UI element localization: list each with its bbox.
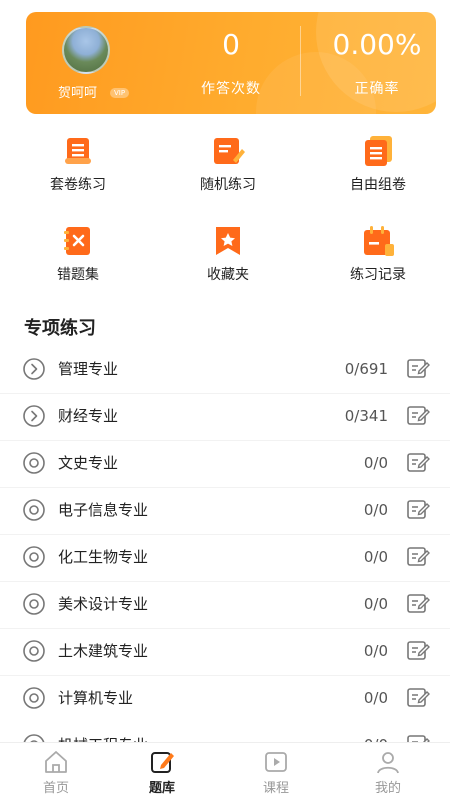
section-title: 专项练习 — [24, 318, 96, 339]
eye-circle-icon — [22, 498, 46, 522]
answer-count-value: 0 — [222, 28, 240, 61]
item-name: 化工生物专业 — [58, 548, 149, 566]
answer-count-stat: 0 作答次数 — [176, 12, 286, 114]
edit-icon[interactable] — [406, 591, 430, 615]
tab-question-bank[interactable]: 题库 — [106, 743, 218, 800]
list-item[interactable]: 计算机专业 0/0 — [0, 677, 450, 724]
feature-label: 练习记录 — [350, 267, 406, 283]
feature-set-exam[interactable]: 套卷练习 — [18, 134, 138, 194]
play-icon — [263, 749, 289, 775]
feature-favorites[interactable]: 收藏夹 — [168, 224, 288, 284]
tab-label: 首页 — [42, 781, 69, 796]
eye-circle-icon — [22, 545, 46, 569]
tab-courses[interactable]: 课程 — [220, 743, 332, 800]
item-count: 0/0 — [363, 595, 388, 613]
divider — [300, 26, 301, 96]
list-item[interactable]: 土木建筑专业 0/0 — [0, 630, 450, 677]
feature-practice-records[interactable]: 练习记录 — [318, 224, 438, 284]
edit-icon[interactable] — [406, 544, 430, 568]
feature-label: 收藏夹 — [207, 267, 249, 283]
list-item[interactable]: 管理专业 0/691 — [0, 348, 450, 395]
tab-bar: 首页 题库 课程 我的 — [0, 742, 450, 800]
item-name: 文史专业 — [58, 454, 119, 472]
item-name: 管理专业 — [58, 360, 119, 378]
list-item[interactable]: 电子信息专业 0/0 — [0, 489, 450, 536]
feature-label: 自由组卷 — [350, 177, 406, 193]
accuracy-value: 0.00% — [332, 28, 422, 61]
item-name: 美术设计专业 — [58, 595, 149, 613]
scroll-icon — [61, 134, 95, 168]
feature-label: 错题集 — [57, 267, 99, 283]
list-item[interactable]: 美术设计专业 0/0 — [0, 583, 450, 630]
tab-mine[interactable]: 我的 — [332, 743, 444, 800]
user-icon — [375, 749, 401, 775]
edit-icon[interactable] — [406, 497, 430, 521]
list-item[interactable]: 财经专业 0/341 — [0, 395, 450, 442]
divider — [0, 628, 450, 629]
divider — [0, 440, 450, 441]
item-count: 0/0 — [363, 548, 388, 566]
home-icon — [43, 749, 69, 775]
user-name: 贺呵呵 — [58, 86, 98, 101]
answer-count-label: 作答次数 — [201, 81, 261, 97]
feature-label: 套卷练习 — [50, 177, 106, 193]
item-name: 财经专业 — [58, 407, 119, 425]
feature-label: 随机练习 — [200, 177, 256, 193]
edit-icon[interactable] — [406, 450, 430, 474]
error-book-icon — [61, 224, 95, 258]
feature-random-practice[interactable]: 随机练习 — [168, 134, 288, 194]
edit-icon[interactable] — [406, 685, 430, 709]
feature-wrong-questions[interactable]: 错题集 — [18, 224, 138, 284]
divider — [0, 534, 450, 535]
eye-circle-icon — [22, 686, 46, 710]
item-count: 0/0 — [363, 642, 388, 660]
item-count: 0/0 — [363, 454, 388, 472]
accuracy-label: 正确率 — [354, 81, 400, 97]
accuracy-stat: 0.00% 正确率 — [312, 12, 436, 114]
feature-free-compose[interactable]: 自由组卷 — [318, 134, 438, 194]
calendar-icon — [361, 224, 395, 258]
avatar[interactable] — [62, 26, 110, 74]
eye-circle-icon — [22, 639, 46, 663]
tab-label: 题库 — [148, 781, 175, 796]
divider — [0, 581, 450, 582]
eye-circle-icon — [22, 592, 46, 616]
item-count: 0/341 — [344, 407, 388, 425]
bookmark-star-icon — [211, 224, 245, 258]
divider — [0, 487, 450, 488]
item-count: 0/0 — [363, 501, 388, 519]
list-item[interactable]: 化工生物专业 0/0 — [0, 536, 450, 583]
item-count: 0/0 — [363, 689, 388, 707]
edit-icon[interactable] — [406, 403, 430, 427]
eye-circle-icon — [22, 451, 46, 475]
edit-icon[interactable] — [406, 356, 430, 380]
chevron-circle-icon — [22, 404, 46, 428]
stacked-paper-icon — [361, 134, 395, 168]
item-name: 电子信息专业 — [58, 501, 149, 519]
chevron-circle-icon — [22, 357, 46, 381]
stats-card: 贺呵呵 VIP 0 作答次数 0.00% 正确率 — [26, 12, 436, 114]
item-name: 土木建筑专业 — [58, 642, 149, 660]
tab-label: 我的 — [374, 781, 401, 796]
tab-home[interactable]: 首页 — [0, 743, 112, 800]
tab-label: 课程 — [262, 781, 289, 796]
note-pen-icon — [211, 134, 245, 168]
list-item[interactable]: 文史专业 0/0 — [0, 442, 450, 489]
edit-icon — [149, 749, 175, 775]
divider — [0, 675, 450, 676]
divider — [0, 393, 450, 394]
item-count: 0/691 — [344, 360, 388, 378]
vip-badge: VIP — [110, 88, 130, 98]
item-name: 计算机专业 — [58, 689, 134, 707]
edit-icon[interactable] — [406, 638, 430, 662]
